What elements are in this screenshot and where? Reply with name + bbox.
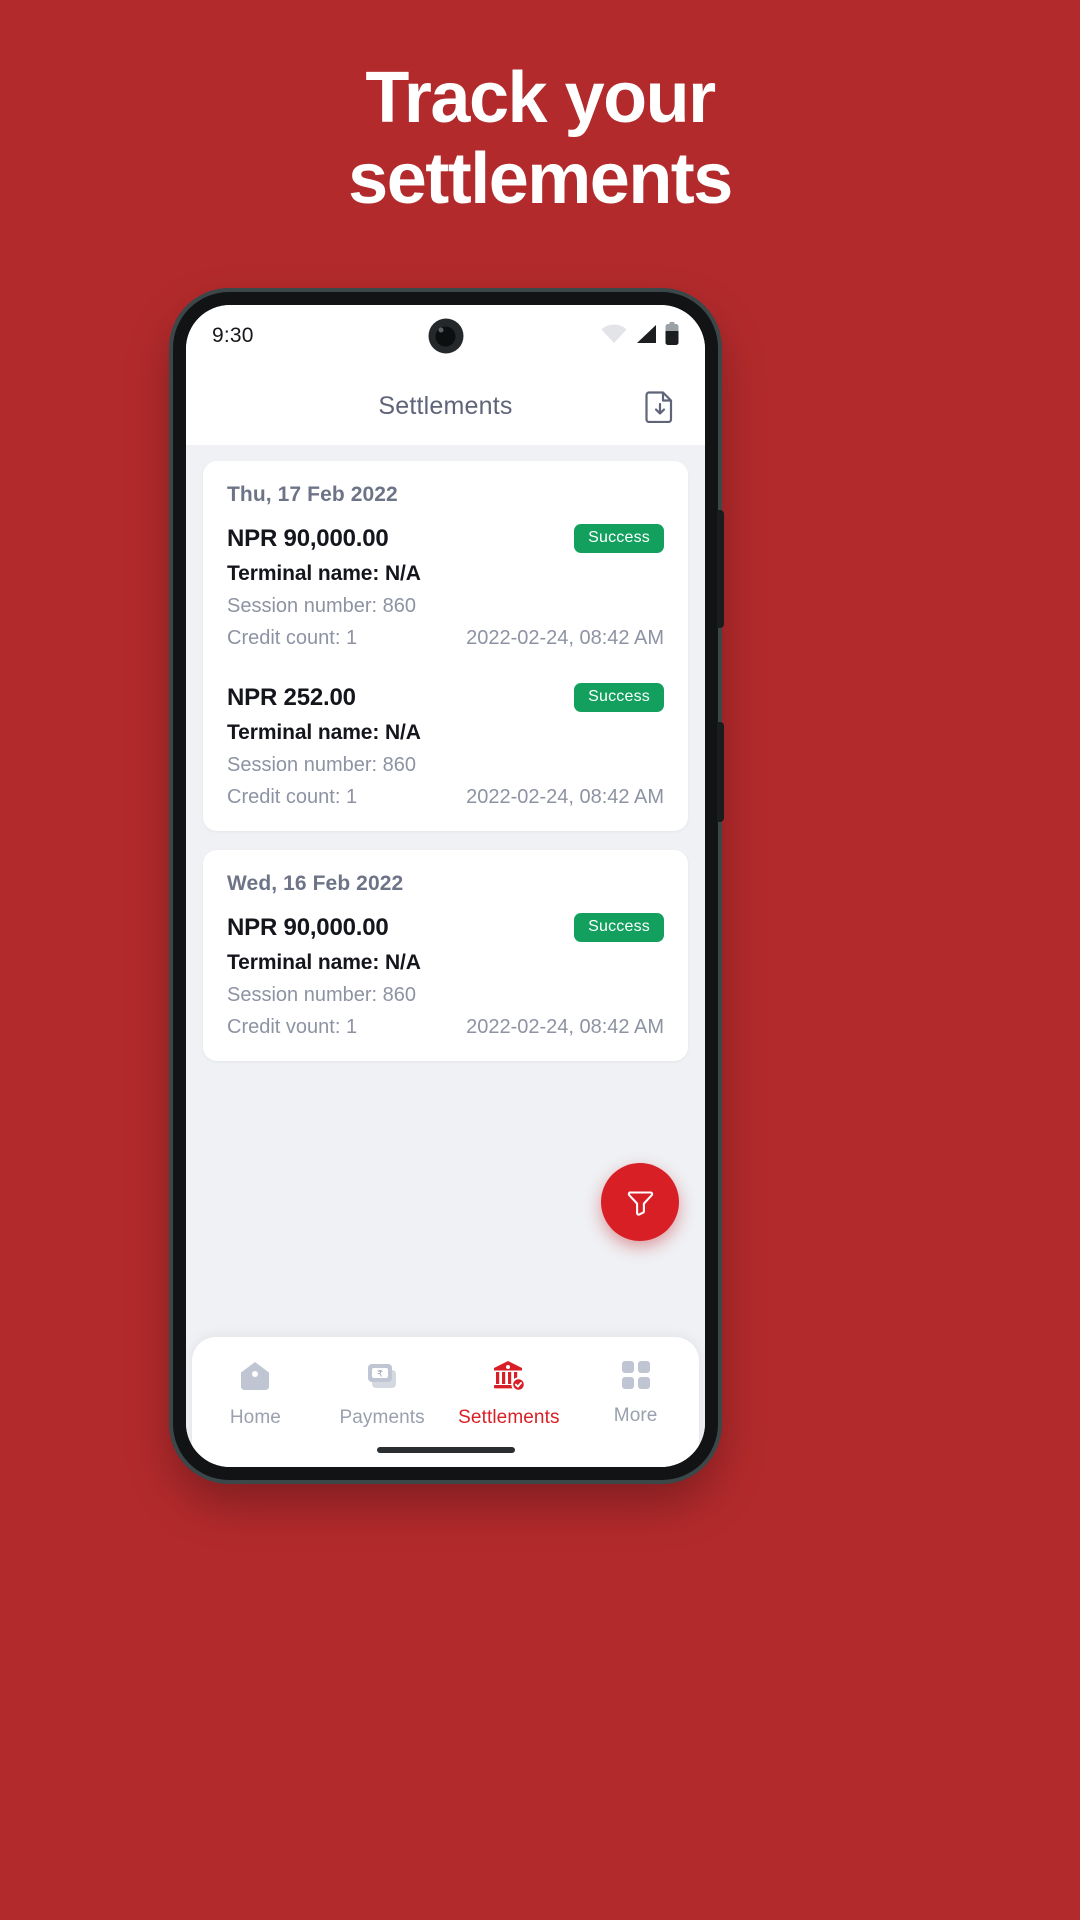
phone-screen: 9:30 Settlements Thu, 17 Feb 2022 NPR 90…: [186, 305, 705, 1467]
app-header: Settlements: [186, 367, 705, 445]
home-icon: [238, 1359, 272, 1398]
cellular-signal-icon: [635, 324, 657, 349]
entry-terminal: Terminal name: N/A: [227, 721, 421, 744]
entry-session: Session number: 860: [227, 984, 417, 1006]
power-button[interactable]: [717, 722, 724, 822]
settlement-entry[interactable]: NPR 90,000.00 Success Terminal name: N/A…: [227, 913, 664, 1039]
front-camera-punch-hole: [428, 318, 463, 354]
entry-credit-count: Credit count: 1: [227, 627, 358, 649]
card-date: Thu, 17 Feb 2022: [227, 483, 398, 506]
nav-label: More: [613, 1405, 658, 1426]
volume-button[interactable]: [717, 510, 724, 628]
bank-check-icon: [492, 1359, 526, 1398]
entry-amount: NPR 90,000.00: [227, 913, 389, 941]
entry-footer: Credit count: 1 2022-02-24, 08:42 AM: [227, 786, 664, 809]
status-time: 9:30: [212, 324, 254, 347]
nav-label: Payments: [339, 1407, 425, 1428]
settlement-card[interactable]: Wed, 16 Feb 2022 NPR 90,000.00 Success T…: [203, 850, 688, 1061]
entry-session: Session number: 860: [227, 754, 417, 776]
entry-footer: Credit count: 1 2022-02-24, 08:42 AM: [227, 627, 664, 650]
status-badge: Success: [574, 913, 664, 942]
wifi-icon: [601, 323, 627, 349]
entry-timestamp: 2022-02-24, 08:42 AM: [466, 1016, 664, 1038]
entry-credit-count: Credit vount: 1: [227, 1016, 358, 1038]
entry-terminal: Terminal name: N/A: [227, 562, 421, 585]
settlements-list[interactable]: Thu, 17 Feb 2022 NPR 90,000.00 Success T…: [186, 445, 705, 1337]
entry-header: NPR 90,000.00 Success: [227, 913, 664, 942]
status-badge: Success: [574, 683, 664, 712]
banknote-icon: ₹: [365, 1359, 399, 1398]
card-date: Wed, 16 Feb 2022: [227, 872, 404, 895]
status-badge: Success: [574, 524, 664, 553]
nav-item-more[interactable]: More: [572, 1359, 699, 1427]
nav-item-home[interactable]: Home: [192, 1359, 319, 1429]
entry-amount: NPR 252.00: [227, 683, 356, 711]
phone-mockup: 9:30 Settlements Thu, 17 Feb 2022 NPR 90…: [173, 292, 724, 1480]
promo-heading: Track your settlements: [348, 58, 733, 219]
entry-credit-count: Credit count: 1: [227, 786, 358, 808]
entry-timestamp: 2022-02-24, 08:42 AM: [466, 627, 664, 649]
page-title: Settlements: [378, 391, 513, 420]
nav-label: Settlements: [458, 1407, 560, 1428]
filter-fab-button[interactable]: [601, 1163, 679, 1241]
entry-footer: Credit vount: 1 2022-02-24, 08:42 AM: [227, 1016, 664, 1039]
settlement-entry[interactable]: NPR 90,000.00 Success Terminal name: N/A…: [227, 524, 664, 650]
entry-amount: NPR 90,000.00: [227, 524, 389, 552]
filter-funnel-icon: [627, 1191, 654, 1216]
bottom-nav-wrapper: Home ₹ Payments Settlements More: [186, 1337, 705, 1467]
nav-label: Home: [229, 1407, 281, 1428]
settlement-entry[interactable]: NPR 252.00 Success Terminal name: N/A Se…: [227, 683, 664, 809]
entry-session: Session number: 860: [227, 595, 417, 617]
entry-timestamp: 2022-02-24, 08:42 AM: [466, 786, 664, 808]
grid-dots-icon: [620, 1359, 652, 1396]
document-download-icon[interactable]: [639, 385, 681, 427]
status-icons: [601, 321, 679, 351]
battery-icon: [665, 321, 679, 351]
svg-text:₹: ₹: [377, 1370, 383, 1380]
status-bar: 9:30: [186, 305, 705, 367]
entry-terminal: Terminal name: N/A: [227, 951, 421, 974]
nav-item-settlements[interactable]: Settlements: [446, 1359, 573, 1429]
settlement-card[interactable]: Thu, 17 Feb 2022 NPR 90,000.00 Success T…: [203, 461, 688, 831]
entry-header: NPR 90,000.00 Success: [227, 524, 664, 553]
entry-header: NPR 252.00 Success: [227, 683, 664, 712]
home-indicator[interactable]: [376, 1447, 515, 1453]
nav-item-payments[interactable]: ₹ Payments: [319, 1359, 446, 1429]
